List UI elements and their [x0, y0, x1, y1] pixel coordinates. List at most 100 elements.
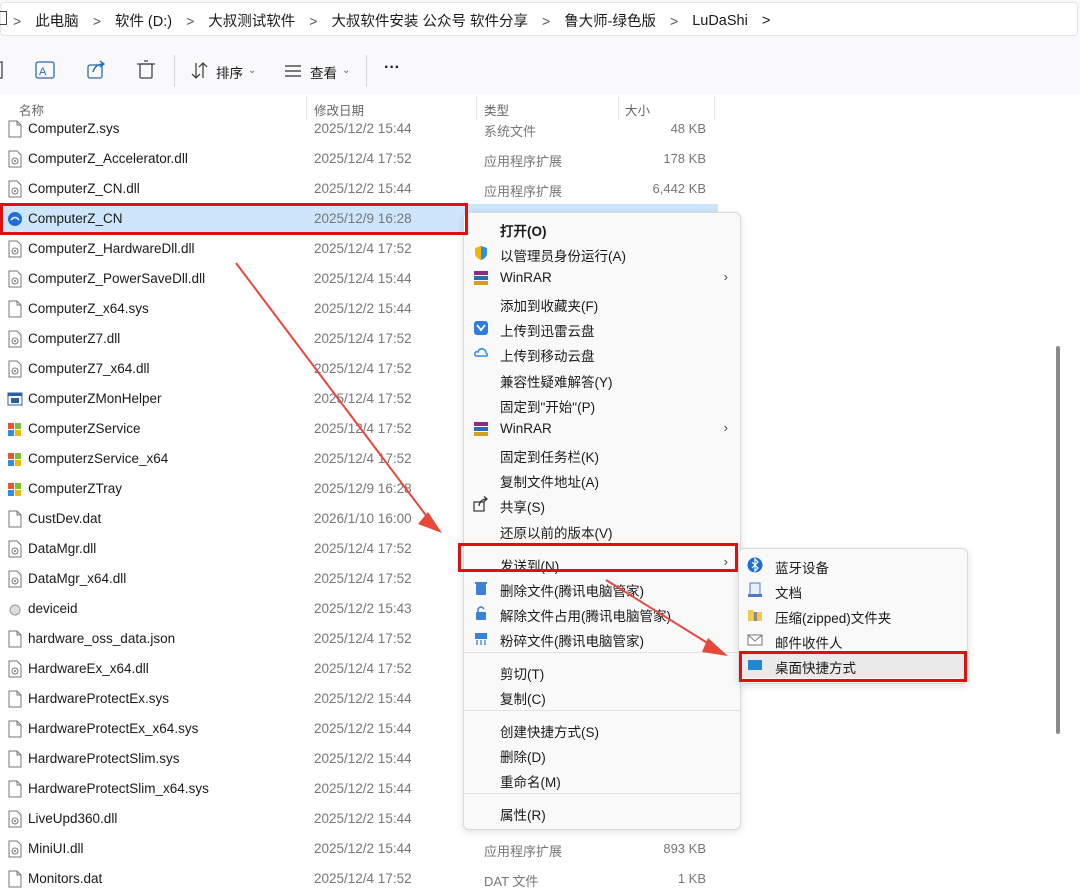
zip-folder-icon [747, 607, 763, 623]
menu-item[interactable]: 上传到移动云盘 [464, 341, 740, 366]
send-to-item[interactable]: 文档 [739, 578, 967, 603]
chevron-right-icon: › [723, 420, 728, 435]
menu-item-label: 蓝牙设备 [775, 561, 829, 576]
file-icon [7, 510, 23, 528]
sort-dropdown-icon[interactable]: ⌄ [248, 65, 256, 76]
menu-item[interactable]: WinRAR › [464, 417, 740, 442]
dll-icon [7, 570, 23, 588]
file-row[interactable]: MiniUI.dll 2025/12/2 15:44 应用程序扩展 893 KB [0, 834, 718, 864]
menu-item[interactable]: 打开(O) [464, 216, 740, 241]
send-to-item[interactable]: 邮件收件人 [739, 628, 967, 653]
file-name: DataMgr.dll [28, 541, 97, 556]
dll-icon [7, 150, 23, 168]
dll-icon [7, 810, 23, 828]
file-date: 2025/12/4 17:52 [314, 361, 412, 376]
dll-icon [7, 840, 23, 858]
file-row[interactable]: ComputerZ.sys 2025/12/2 15:44 系统文件 48 KB [0, 114, 718, 144]
file-date: 2025/12/4 17:52 [314, 241, 412, 256]
file-name: ComputerZ_x64.sys [28, 301, 149, 316]
tencent-unlock-icon [473, 605, 489, 621]
file-icon [7, 120, 23, 138]
menu-item-label: 复制文件地址(A) [500, 475, 599, 490]
menu-separator [464, 652, 740, 653]
file-size: 1 KB [677, 871, 706, 886]
file-date: 2025/12/2 15:44 [314, 811, 412, 826]
menu-item[interactable]: 删除(D) [464, 742, 740, 767]
file-name: MiniUI.dll [28, 841, 84, 856]
menu-item-label: WinRAR [500, 421, 552, 436]
document-icon [747, 582, 763, 598]
file-size: 6,442 KB [652, 181, 707, 196]
file-name: ComputerZ_Accelerator.dll [28, 151, 188, 166]
share-icon[interactable] [87, 60, 106, 79]
menu-item[interactable]: 解除文件占用(腾讯电脑管家) [464, 601, 740, 626]
send-to-item[interactable]: 压缩(zipped)文件夹 [739, 603, 967, 628]
file-date: 2025/12/2 15:44 [314, 721, 412, 736]
menu-item[interactable]: 属性(R) [464, 800, 740, 825]
file-icon [7, 720, 23, 738]
menu-item-label: 上传到移动云盘 [500, 349, 595, 364]
file-row[interactable]: ComputerZ_CN.dll 2025/12/2 15:44 应用程序扩展 6,4… [0, 174, 718, 204]
file-date: 2025/12/4 17:52 [314, 451, 412, 466]
menu-item-label: 邮件收件人 [775, 636, 843, 651]
file-date: 2025/12/4 17:52 [314, 151, 412, 166]
file-date: 2026/1/10 16:00 [314, 511, 412, 526]
rename-icon[interactable]: A [35, 61, 55, 79]
dll-icon [7, 660, 23, 678]
menu-item[interactable]: 重命名(M) [464, 767, 740, 792]
menu-item[interactable]: 创建快捷方式(S) [464, 717, 740, 742]
app-window-icon [7, 390, 23, 408]
menu-item[interactable]: 复制(C) [464, 684, 740, 709]
view-icon[interactable] [285, 65, 301, 77]
dll-icon [7, 360, 23, 378]
menu-item[interactable]: 固定到"开始"(P) [464, 392, 740, 417]
file-name: HardwareProtectSlim.sys [28, 751, 180, 766]
menu-item-label: 创建快捷方式(S) [500, 725, 599, 740]
menu-item[interactable]: 还原以前的版本(V) [464, 518, 740, 543]
file-row[interactable]: ComputerZ_Accelerator.dll 2025/12/4 17:52… [0, 144, 718, 174]
menu-item-label: 以管理员身份运行(A) [500, 249, 626, 264]
view-dropdown-icon[interactable]: ⌄ [342, 65, 350, 76]
file-type: 系统文件 [484, 124, 537, 139]
file-date: 2025/12/4 17:52 [314, 571, 412, 586]
menu-item[interactable]: 删除文件(腾讯电脑管家) [464, 576, 740, 601]
menu-item-label: 固定到"开始"(P) [500, 400, 596, 415]
windows-app-icon [7, 450, 23, 468]
dll-icon [7, 540, 23, 558]
menu-item-label: 压缩(zipped)文件夹 [775, 611, 892, 626]
file-name: ComputerZ7_x64.dll [28, 361, 150, 376]
file-size: 48 KB [670, 121, 706, 136]
file-name: ComputerZTray [28, 481, 123, 496]
vertical-scrollbar[interactable] [1056, 346, 1060, 734]
menu-item-label: 粉碎文件(腾讯电脑管家) [500, 634, 644, 649]
menu-item[interactable]: 剪切(T) [464, 659, 740, 684]
menu-item[interactable]: 以管理员身份运行(A) [464, 241, 740, 266]
menu-separator [464, 793, 740, 794]
menu-item[interactable]: 上传到迅雷云盘 [464, 316, 740, 341]
file-icon [7, 750, 23, 768]
menu-item[interactable]: 粉碎文件(腾讯电脑管家) [464, 626, 740, 651]
file-date: 2025/12/2 15:44 [314, 181, 412, 196]
menu-item-label: 复制(C) [500, 692, 546, 707]
menu-item[interactable]: 共享(S) [464, 492, 740, 517]
menu-item[interactable]: 兼容性疑难解答(Y) [464, 367, 740, 392]
menu-item-label: 固定到任务栏(K) [500, 450, 599, 465]
file-date: 2025/12/9 16:28 [314, 481, 412, 496]
menu-item-label: 文档 [775, 586, 802, 601]
sort-button[interactable]: 排序 [216, 62, 243, 82]
file-icon [7, 690, 23, 708]
cut-icon[interactable] [0, 61, 3, 79]
mail-icon [747, 632, 763, 648]
menu-item[interactable]: 固定到任务栏(K) [464, 442, 740, 467]
delete-icon[interactable] [137, 60, 155, 79]
sort-icon[interactable] [191, 62, 208, 79]
menu-item[interactable]: 复制文件地址(A) [464, 467, 740, 492]
file-name: ComputerZ_CN.dll [28, 181, 140, 196]
file-row[interactable]: Monitors.dat 2025/12/4 17:52 DAT 文件 1 KB [0, 864, 718, 894]
view-button[interactable]: 查看 [310, 62, 337, 82]
menu-item[interactable]: 添加到收藏夹(F) [464, 291, 740, 316]
svg-text:A: A [39, 66, 47, 78]
more-options-button[interactable]: ··· [384, 59, 400, 77]
menu-item[interactable]: WinRAR › [464, 266, 740, 291]
send-to-item[interactable]: 蓝牙设备 [739, 553, 967, 578]
